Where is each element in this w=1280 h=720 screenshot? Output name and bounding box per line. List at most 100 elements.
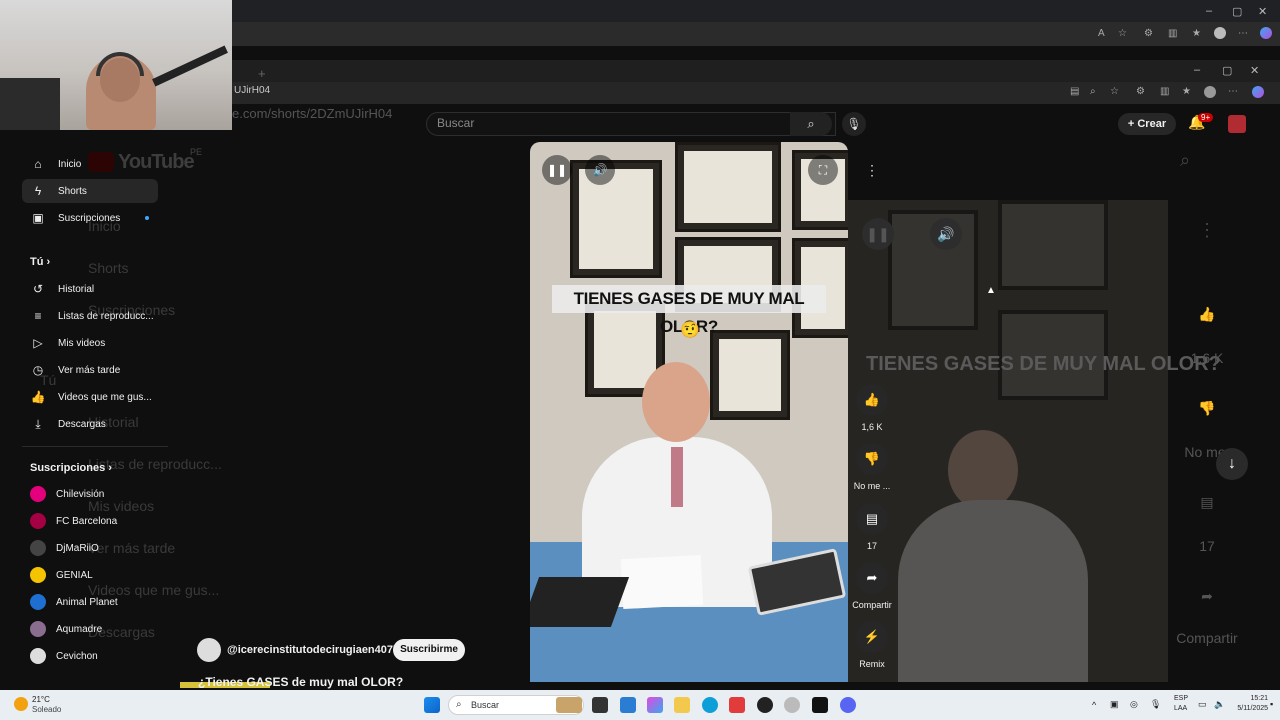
copilot-app-icon[interactable]: [647, 697, 663, 713]
sidebar-item-shorts[interactable]: ϟ Shorts: [22, 179, 158, 203]
sidebar-sub-aqumadre[interactable]: Aqumadre: [30, 621, 102, 637]
comment-icon: ▤: [856, 503, 888, 535]
sidebar-item-liked-videos[interactable]: 👍 Videos que me gus...: [22, 385, 158, 409]
notification-center-icon[interactable]: ▪: [1270, 699, 1273, 709]
copilot-icon[interactable]: [1260, 27, 1272, 39]
channel-avatar: [30, 621, 46, 637]
tray-mic-icon[interactable]: 🎙: [1150, 699, 1161, 710]
language-layout[interactable]: LAA: [1174, 705, 1187, 712]
task-view-icon[interactable]: [592, 697, 608, 713]
search-input[interactable]: [426, 112, 836, 136]
sidebar-item-watch-later[interactable]: ◷ Ver más tarde: [22, 358, 158, 382]
shorts-icon: ϟ: [34, 184, 42, 198]
video-title[interactable]: ¿Tienes GASES de muy mal OLOR?: [198, 675, 403, 689]
sidebar-item-downloads[interactable]: ⤓ Descargas: [22, 412, 158, 436]
more-options-button[interactable]: ⋮: [860, 158, 884, 182]
shorts-video-player[interactable]: TIENES GASES DE MUY MAL OLOR? 🤨 ❚❚ 🔊 ⛶: [530, 142, 848, 682]
channel-avatar[interactable]: [197, 638, 221, 662]
likes-count: 1,6 K: [861, 422, 883, 432]
inner-maximize-button[interactable]: ▢: [1222, 64, 1232, 77]
video-caption: TIENES GASES DE MUY MAL OLOR?: [552, 285, 826, 336]
volume-tray-icon[interactable]: 🔈: [1214, 699, 1225, 710]
sidebar-item-label: Ver más tarde: [58, 364, 121, 376]
inner-favorites-icon[interactable]: ★: [1182, 86, 1191, 97]
app-circle-icon[interactable]: [784, 697, 800, 713]
favorite-star-icon[interactable]: ☆: [1118, 28, 1127, 39]
pause-button[interactable]: ❚❚: [542, 155, 572, 185]
inner-reader-icon[interactable]: ▤: [1070, 86, 1079, 97]
outer-minimize-button[interactable]: –: [1206, 5, 1212, 17]
file-explorer-icon[interactable]: [674, 697, 690, 713]
language-indicator[interactable]: ESP: [1174, 695, 1188, 702]
sidebar-item-inicio[interactable]: ⌂ Inicio: [22, 152, 158, 176]
network-icon[interactable]: ▭: [1198, 699, 1207, 710]
next-video-button[interactable]: ↓: [1216, 448, 1248, 480]
inner-url-text[interactable]: UJirH04: [234, 85, 270, 96]
country-code: PE: [190, 147, 203, 157]
tray-app-icon[interactable]: ◎: [1130, 699, 1138, 710]
ghost-video-background: [848, 200, 1168, 682]
inner-split-icon[interactable]: ▥: [1160, 86, 1169, 97]
inner-extensions-icon[interactable]: ⚙: [1136, 86, 1145, 97]
create-button[interactable]: + Crear: [1118, 113, 1176, 135]
outer-maximize-button[interactable]: ▢: [1232, 5, 1242, 18]
search-highlight-icon[interactable]: [556, 697, 582, 713]
sidebar-sub-cevichon[interactable]: Cevichon: [30, 648, 98, 664]
sidebar-sub-fc-barcelona[interactable]: FC Barcelona: [30, 513, 117, 529]
inner-zoom-icon[interactable]: ⌕: [1090, 86, 1096, 97]
weather-sun-icon[interactable]: [14, 697, 28, 711]
sidebar-item-label: Videos que me gus...: [58, 391, 152, 403]
sidebar-item-playlists[interactable]: ≡ Listas de reproducc...: [22, 304, 158, 328]
read-aloud-icon[interactable]: A: [1098, 28, 1105, 39]
share-action[interactable]: ➦ Compartir: [850, 562, 894, 610]
dislike-action[interactable]: 👎 No me ...: [850, 443, 894, 491]
discord-icon[interactable]: [840, 697, 856, 713]
sidebar-item-my-videos[interactable]: ▷ Mis videos: [22, 331, 158, 355]
sidebar-sub-djmariio[interactable]: DjMaRiiO: [30, 540, 99, 556]
inner-minimize-button[interactable]: –: [1194, 64, 1200, 76]
comments-action[interactable]: ▤ 17: [850, 503, 894, 551]
outer-close-button[interactable]: ✕: [1258, 5, 1267, 18]
inner-copilot-icon[interactable]: [1252, 86, 1264, 98]
tray-chevron-up-icon[interactable]: ^: [1092, 700, 1096, 710]
new-tab-icon[interactable]: +: [258, 66, 266, 81]
volume-button[interactable]: 🔊: [585, 155, 615, 185]
weather-temperature[interactable]: 21°C: [32, 695, 50, 704]
sidebar-sub-genial[interactable]: GENIAL: [30, 567, 93, 583]
fullscreen-button[interactable]: ⛶: [808, 155, 838, 185]
sidebar-sub-animal-planet[interactable]: Animal Planet: [30, 594, 118, 610]
subscribe-button[interactable]: Suscribirme: [393, 639, 465, 661]
voice-search-button[interactable]: 🎙: [842, 112, 866, 136]
like-action[interactable]: 👍 1,6 K: [850, 384, 894, 432]
menu-dots-icon[interactable]: ⋯: [1238, 28, 1248, 39]
sidebar-item-subscriptions[interactable]: ▣ Suscripciones: [22, 206, 158, 230]
notepad-icon[interactable]: [620, 697, 636, 713]
search-button[interactable]: ⌕: [790, 112, 832, 136]
remix-action[interactable]: ⚡ Remix: [850, 621, 894, 669]
obs-icon[interactable]: [757, 697, 773, 713]
tray-app-icon[interactable]: ▣: [1110, 699, 1119, 710]
sidebar-section-subscriptions[interactable]: Suscripciones ›: [30, 462, 112, 474]
sidebar-item-history[interactable]: ↺ Historial: [22, 277, 158, 301]
sidebar-section-you[interactable]: Tú ›: [30, 256, 50, 268]
account-avatar[interactable]: [1228, 115, 1246, 133]
inner-profile-avatar[interactable]: [1204, 86, 1216, 98]
app-m-icon[interactable]: [812, 697, 828, 713]
inner-menu-icon[interactable]: ⋯: [1228, 86, 1238, 97]
weather-condition[interactable]: Soleado: [32, 705, 61, 714]
split-screen-icon[interactable]: ▥: [1168, 28, 1177, 39]
inner-close-button[interactable]: ✕: [1250, 64, 1259, 77]
app-red-icon[interactable]: [729, 697, 745, 713]
edge-browser-icon[interactable]: [702, 697, 718, 713]
favorites-icon[interactable]: ★: [1192, 28, 1201, 39]
profile-avatar[interactable]: [1214, 27, 1226, 39]
clock-time[interactable]: 15:21: [1232, 695, 1268, 702]
clock-date[interactable]: 5/11/2025: [1226, 705, 1268, 712]
windows-start-icon[interactable]: [424, 697, 440, 713]
sidebar-sub-chilevision[interactable]: Chilevisión: [30, 486, 104, 502]
inner-tab-bar: [230, 60, 1280, 82]
extensions-icon[interactable]: ⚙: [1144, 28, 1153, 39]
channel-name[interactable]: @icerecinstitutodecirugiaen4077: [227, 644, 399, 656]
inner-star-icon[interactable]: ☆: [1110, 86, 1119, 97]
notification-badge: 9+: [1198, 113, 1214, 122]
